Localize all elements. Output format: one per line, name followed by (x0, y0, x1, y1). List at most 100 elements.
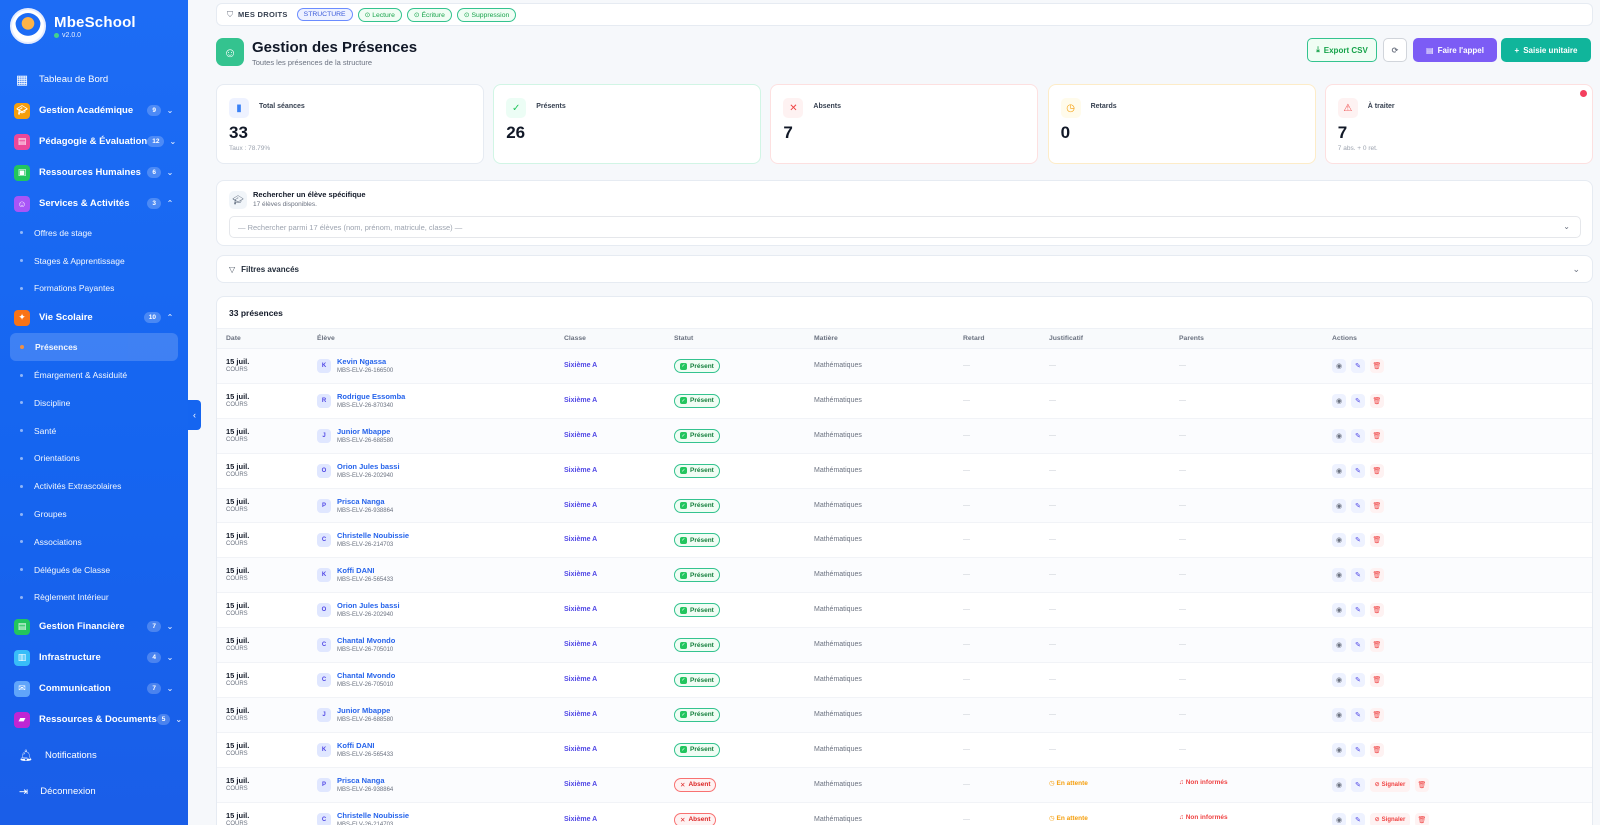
student-name-link[interactable]: Orion Jules bassi (337, 601, 400, 610)
faire-appel-button[interactable]: ▤ Faire l'appel (1413, 38, 1497, 62)
delete-button[interactable]: 🗑︎ (1370, 359, 1384, 373)
delete-button[interactable]: 🗑︎ (1370, 742, 1384, 757)
delete-button[interactable]: 🗑︎ (1370, 428, 1384, 443)
view-button[interactable]: ◉ (1332, 603, 1346, 618)
sidebar-subitem[interactable]: Santé (0, 417, 188, 445)
view-button[interactable]: ◉ (1332, 812, 1346, 825)
edit-button[interactable]: ✎ (1351, 638, 1365, 653)
sidebar-item[interactable]: ▥ Infrastructure 4 ⌄ (0, 642, 188, 673)
student-name-link[interactable]: Prisca Nanga (337, 497, 385, 506)
student-name-link[interactable]: Christelle Noubissie (337, 811, 409, 820)
edit-button[interactable]: ✎ (1351, 533, 1365, 548)
edit-button[interactable]: ✎ (1351, 673, 1365, 688)
sidebar-subitem[interactable]: Orientations (0, 445, 188, 473)
student-name-link[interactable]: Orion Jules bassi (337, 462, 400, 471)
sidebar-subitem[interactable]: Présences (10, 333, 178, 362)
edit-button[interactable]: ✎ (1351, 568, 1365, 583)
sidebar-item[interactable]: ✦ Vie Scolaire 10 ⌃ (0, 302, 188, 333)
edit-button[interactable]: ✎ (1351, 463, 1365, 478)
student-name-link[interactable]: Prisca Nanga (337, 776, 385, 785)
edit-button[interactable]: ✎ (1351, 359, 1365, 373)
sidebar-item[interactable]: 🎓︎ Gestion Académique 9 ⌄ (0, 95, 188, 126)
view-button[interactable]: ◉ (1332, 673, 1346, 688)
class-link[interactable]: Sixième A (564, 571, 597, 578)
sidebar-subitem[interactable]: Groupes (0, 500, 188, 528)
class-link[interactable]: Sixième A (564, 746, 597, 753)
sidebar-subitem[interactable]: Discipline (0, 389, 188, 417)
sidebar-subitem[interactable]: Associations (0, 528, 188, 556)
class-link[interactable]: Sixième A (564, 397, 597, 404)
delete-button[interactable]: 🗑︎ (1370, 638, 1384, 653)
edit-button[interactable]: ✎ (1351, 393, 1365, 408)
sidebar-item[interactable]: ☺ Services & Activités 3 ⌃ (0, 188, 188, 219)
edit-button[interactable]: ✎ (1351, 742, 1365, 757)
student-name-link[interactable]: Kevin Ngassa (337, 357, 386, 366)
notifications-button[interactable]: 🔔︎ Notifications (0, 740, 188, 770)
class-link[interactable]: Sixième A (564, 641, 597, 648)
brand[interactable]: MbeSchool v2.0.0 (0, 0, 188, 52)
delete-button[interactable]: 🗑︎ (1370, 533, 1384, 548)
delete-button[interactable]: 🗑︎ (1370, 603, 1384, 618)
student-name-link[interactable]: Junior Mbappe (337, 706, 390, 715)
class-link[interactable]: Sixième A (564, 536, 597, 543)
sidebar-subitem[interactable]: Offres de stage (0, 219, 188, 247)
edit-button[interactable]: ✎ (1351, 603, 1365, 618)
edit-button[interactable]: ✎ (1351, 428, 1365, 443)
student-name-link[interactable]: Rodrigue Essomba (337, 392, 405, 401)
edit-button[interactable]: ✎ (1351, 812, 1365, 825)
edit-button[interactable]: ✎ (1351, 707, 1365, 722)
delete-button[interactable]: 🗑︎ (1415, 812, 1429, 825)
view-button[interactable]: ◉ (1332, 742, 1346, 757)
delete-button[interactable]: 🗑︎ (1370, 673, 1384, 688)
view-button[interactable]: ◉ (1332, 638, 1346, 653)
view-button[interactable]: ◉ (1332, 498, 1346, 513)
class-link[interactable]: Sixième A (564, 781, 597, 788)
edit-button[interactable]: ✎ (1351, 777, 1365, 792)
student-search-select[interactable]: — Rechercher parmi 17 élèves (nom, préno… (229, 216, 1581, 238)
delete-button[interactable]: 🗑︎ (1370, 393, 1384, 408)
sidebar-subitem[interactable]: Activités Extrascolaires (0, 472, 188, 500)
signal-button[interactable]: ⊘ Signaler (1370, 812, 1410, 825)
student-name-link[interactable]: Christelle Noubissie (337, 531, 409, 540)
view-button[interactable]: ◉ (1332, 568, 1346, 583)
view-button[interactable]: ◉ (1332, 428, 1346, 443)
sidebar-item[interactable]: ▦ Tableau de Bord (0, 64, 188, 95)
class-link[interactable]: Sixième A (564, 606, 597, 613)
logout-button[interactable]: ⇥ Déconnexion (0, 776, 188, 806)
class-link[interactable]: Sixième A (564, 432, 597, 439)
student-name-link[interactable]: Chantal Mvondo (337, 671, 395, 680)
delete-button[interactable]: 🗑︎ (1415, 777, 1429, 792)
class-link[interactable]: Sixième A (564, 816, 597, 823)
signal-button[interactable]: ⊘ Signaler (1370, 777, 1410, 792)
student-name-link[interactable]: Junior Mbappe (337, 427, 390, 436)
sidebar-subitem[interactable]: Délégués de Classe (0, 556, 188, 584)
sidebar-subitem[interactable]: Stages & Apprentissage (0, 247, 188, 275)
refresh-button[interactable]: ⟳ (1383, 38, 1407, 62)
sidebar-subitem[interactable]: Émargement & Assiduité (0, 361, 188, 389)
view-button[interactable]: ◉ (1332, 359, 1346, 373)
class-link[interactable]: Sixième A (564, 467, 597, 474)
class-link[interactable]: Sixième A (564, 711, 597, 718)
view-button[interactable]: ◉ (1332, 463, 1346, 478)
advanced-filters-toggle[interactable]: ▽ Filtres avancés ⌄ (216, 255, 1593, 283)
delete-button[interactable]: 🗑︎ (1370, 498, 1384, 513)
sidebar-item[interactable]: ▰ Ressources & Documents 5 ⌄ (0, 704, 188, 735)
sidebar-subitem[interactable]: Formations Payantes (0, 275, 188, 303)
class-link[interactable]: Sixième A (564, 362, 597, 369)
export-csv-button[interactable]: ⤓ Export CSV (1307, 38, 1377, 62)
view-button[interactable]: ◉ (1332, 393, 1346, 408)
delete-button[interactable]: 🗑︎ (1370, 568, 1384, 583)
saisie-unitaire-button[interactable]: + Saisie unitaire (1501, 38, 1591, 62)
sidebar-item[interactable]: ✉ Communication 7 ⌄ (0, 673, 188, 704)
edit-button[interactable]: ✎ (1351, 498, 1365, 513)
sidebar-item[interactable]: ▤ Gestion Financière 7 ⌄ (0, 611, 188, 642)
class-link[interactable]: Sixième A (564, 502, 597, 509)
delete-button[interactable]: 🗑︎ (1370, 707, 1384, 722)
view-button[interactable]: ◉ (1332, 707, 1346, 722)
view-button[interactable]: ◉ (1332, 533, 1346, 548)
class-link[interactable]: Sixième A (564, 676, 597, 683)
sidebar-subitem[interactable]: Règlement Intérieur (0, 584, 188, 612)
student-name-link[interactable]: Koffi DANI (337, 566, 375, 575)
view-button[interactable]: ◉ (1332, 777, 1346, 792)
sidebar-item[interactable]: ▤ Pédagogie & Évaluation 12 ⌄ (0, 126, 188, 157)
